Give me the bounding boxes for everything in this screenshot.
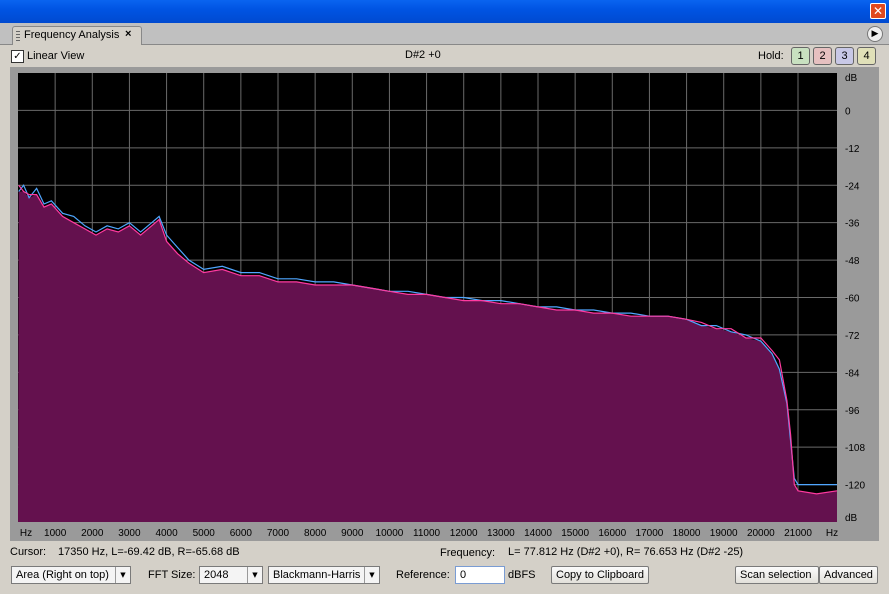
x-tick-label: 9000	[341, 528, 364, 539]
frequency-label: Frequency:	[440, 547, 496, 559]
display-mode-dropdown[interactable]: Area (Right on top) ▼	[11, 566, 131, 584]
x-tick-label: 20000	[747, 528, 775, 539]
x-tick-label: 3000	[118, 528, 141, 539]
x-tick-label: 7000	[267, 528, 290, 539]
x-tick-label: 21000	[784, 528, 812, 539]
x-tick-label: 15000	[561, 528, 589, 539]
x-axis-ticks: 1000 2000 3000 4000 5000 6000 7000 8000 9000 1000…	[20, 528, 838, 539]
cursor-value: 17350 Hz, L=-69.42 dB, R=-65.68 dB	[58, 546, 240, 558]
drag-grip-icon[interactable]	[16, 31, 20, 41]
x-tick-label: 10000	[376, 528, 404, 539]
y-tick-label: 0	[845, 106, 851, 117]
x-tick-label: 12000	[450, 528, 478, 539]
panel-menu-button[interactable]: ▶	[867, 26, 883, 42]
y-tick-label: -24	[845, 181, 860, 192]
tab-close-icon[interactable]: ×	[125, 28, 131, 40]
y-tick-label: -108	[845, 443, 865, 454]
y-axis-unit-top: dB	[845, 73, 858, 84]
panel-tabstrip: Frequency Analysis ×	[0, 23, 889, 45]
x-tick-label: 19000	[710, 528, 738, 539]
x-tick-label: 13000	[487, 528, 515, 539]
hold-button-4[interactable]: 4	[857, 47, 876, 65]
window-function-value: Blackmann-Harris	[273, 569, 361, 581]
reference-label: Reference:	[396, 569, 450, 581]
linear-view-label: Linear View	[27, 50, 85, 62]
x-axis-unit-right: Hz	[826, 528, 838, 539]
fft-size-value: 2048	[204, 569, 229, 581]
y-tick-label: -48	[845, 256, 860, 267]
scan-selection-button[interactable]: Scan selection	[735, 566, 819, 584]
x-tick-label: 14000	[524, 528, 552, 539]
spectrum-plot[interactable]: 1000 2000 3000 4000 5000 6000 7000 8000 9000 1000…	[10, 67, 879, 541]
x-tick-label: 1000	[44, 528, 67, 539]
hold-label: Hold:	[758, 50, 784, 62]
x-tick-label: 8000	[304, 528, 327, 539]
y-tick-label: -12	[845, 144, 860, 155]
y-axis-unit-bottom: dB	[845, 513, 858, 524]
hold-button-1[interactable]: 1	[791, 47, 810, 65]
note-display: D#2 +0	[405, 49, 441, 61]
tab-title: Frequency Analysis	[24, 29, 120, 41]
y-tick-label: -60	[845, 294, 860, 305]
frequency-value: L= 77.812 Hz (D#2 +0), R= 76.653 Hz (D#2…	[508, 546, 744, 558]
copy-to-clipboard-button[interactable]: Copy to Clipboard	[551, 566, 649, 584]
advanced-button[interactable]: Advanced	[819, 566, 878, 584]
x-tick-label: 18000	[673, 528, 701, 539]
x-tick-label: 11000	[413, 528, 441, 539]
chevron-down-icon[interactable]: ▼	[247, 567, 262, 583]
spectrum-svg[interactable]: 1000 2000 3000 4000 5000 6000 7000 8000 9000 1000…	[10, 67, 879, 541]
x-tick-label: 4000	[155, 528, 178, 539]
window-titlebar: ✕	[0, 0, 889, 23]
linear-view-checkbox[interactable]: ✓	[11, 50, 24, 63]
y-tick-label: -84	[845, 368, 860, 379]
x-tick-label: 17000	[636, 528, 664, 539]
x-tick-label: 16000	[598, 528, 626, 539]
y-axis-ticks: 0 -12 -24 -36 -48 -60 -72 -84 -96 -108 -120 dB dB	[845, 73, 865, 524]
reference-input[interactable]: 0	[455, 566, 505, 584]
hold-button-2[interactable]: 2	[813, 47, 832, 65]
y-tick-label: -120	[845, 481, 865, 492]
fft-size-label: FFT Size:	[148, 569, 196, 581]
x-axis-unit-left: Hz	[20, 528, 32, 539]
x-tick-label: 5000	[193, 528, 216, 539]
fft-size-dropdown[interactable]: 2048 ▼	[199, 566, 263, 584]
window-function-dropdown[interactable]: Blackmann-Harris ▼	[268, 566, 380, 584]
x-tick-label: 2000	[81, 528, 104, 539]
y-tick-label: -96	[845, 406, 860, 417]
chevron-down-icon[interactable]: ▼	[364, 567, 379, 583]
cursor-label: Cursor:	[10, 546, 47, 558]
close-window-button[interactable]: ✕	[870, 3, 886, 19]
reference-unit: dBFS	[508, 569, 536, 581]
x-tick-label: 6000	[230, 528, 253, 539]
y-tick-label: -72	[845, 331, 860, 342]
display-mode-value: Area (Right on top)	[16, 569, 109, 581]
y-tick-label: -36	[845, 219, 860, 230]
tab-frequency-analysis[interactable]: Frequency Analysis ×	[12, 26, 142, 45]
hold-button-3[interactable]: 3	[835, 47, 854, 65]
chevron-down-icon[interactable]: ▼	[115, 567, 130, 583]
